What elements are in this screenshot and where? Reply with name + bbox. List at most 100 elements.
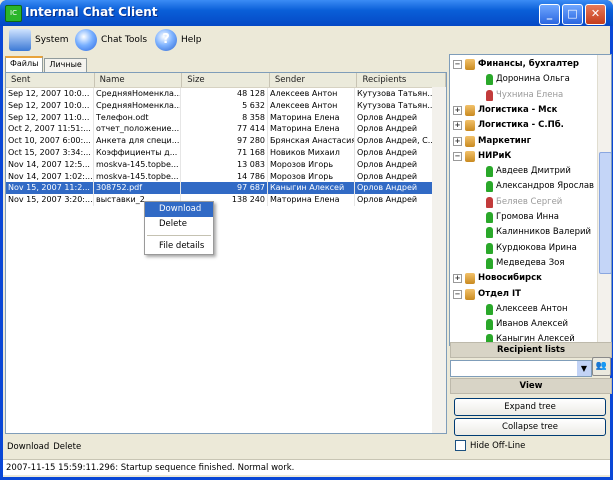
tree-group[interactable]: − Отдел IT — [453, 287, 521, 302]
tree-user[interactable]: Авдеев Дмитрий — [486, 164, 571, 179]
file-actions: Download Delete — [7, 442, 81, 452]
download-menu-item[interactable]: Download — [145, 202, 213, 217]
cell-name: Анкета для специ... — [96, 135, 181, 147]
expand-icon[interactable]: + — [453, 136, 462, 146]
user-online-icon — [486, 181, 493, 193]
chat-tools-icon — [75, 29, 97, 51]
title-bar[interactable]: IC Internal Chat Client _ □ ✕ — [0, 0, 613, 26]
cell-recipients: Кутузова Татьян... — [355, 99, 443, 112]
hide-offline-checkbox[interactable] — [455, 440, 466, 451]
maximize-button[interactable]: □ — [562, 4, 583, 25]
cell-size: 77 414 — [181, 123, 268, 136]
tree-user[interactable]: Медведева Зоя — [486, 256, 564, 271]
table-body: Sep 12, 2007 10:0... СредняяНоменкла... 48… — [6, 88, 446, 206]
table-row[interactable]: Nov 15, 2007 11:2... 308752.pdf 97 687 Каны… — [6, 182, 446, 195]
tree-group[interactable]: + Новосибирск — [453, 271, 542, 286]
download-link[interactable]: Download — [7, 442, 49, 452]
status-bar: 2007-11-15 15:59:11.296: Startup sequenc… — [3, 459, 610, 475]
cell-size: 5 632 — [181, 99, 268, 112]
tree-user[interactable]: Громова Инна — [486, 210, 559, 225]
table-row[interactable]: Nov 14, 2007 12:5... moskva-145.topbe... 1… — [6, 158, 446, 171]
tree-user[interactable]: Беляев Сергей — [486, 195, 562, 210]
view-header: View — [450, 378, 612, 394]
system-menu-button[interactable]: System — [9, 28, 69, 52]
tree-label: Авдеев Дмитрий — [496, 166, 571, 177]
cell-name: Телефон.odt — [94, 111, 181, 124]
tree-user[interactable]: Доронина Ольга — [486, 72, 570, 87]
expand-icon[interactable]: + — [453, 274, 462, 284]
group-icon — [465, 288, 475, 300]
expand-icon[interactable]: + — [453, 105, 462, 115]
column-recipients[interactable]: Recipients — [357, 73, 446, 87]
tree-label: Логистика - С.Пб. — [478, 120, 564, 131]
collapse-icon[interactable]: − — [453, 60, 462, 69]
tree-label: Алексеев Антон — [496, 303, 568, 314]
tab-personal[interactable]: Личные — [44, 58, 87, 72]
column-sent[interactable]: Sent — [6, 73, 95, 87]
column-name[interactable]: Name — [95, 73, 183, 87]
tree-user[interactable]: Калинников Валерий — [486, 225, 591, 240]
tree-user[interactable]: Курдюкова Ирина — [486, 241, 577, 256]
expand-tree-button[interactable]: Expand tree — [454, 398, 606, 416]
tab-files[interactable]: Файлы — [5, 56, 44, 73]
cell-sender: Брянская Анастасия — [270, 135, 355, 147]
tree-label: Логистика - Мск — [478, 104, 558, 115]
tree-group[interactable]: − НИРиК — [453, 149, 511, 164]
table-row[interactable]: Sep 12, 2007 11:0... Телефон.odt 8 358 Мато… — [6, 111, 446, 124]
delete-link[interactable]: Delete — [53, 442, 81, 452]
table-row[interactable]: Sep 12, 2007 10:0... СредняяНоменкла... 48… — [6, 88, 446, 100]
tree-label: Новосибирск — [478, 273, 542, 284]
table-row[interactable]: Oct 15, 2007 3:34:... Коэффициенты д... 71… — [6, 146, 446, 159]
close-button[interactable]: ✕ — [585, 4, 606, 25]
group-icon — [465, 120, 475, 132]
user-offline-icon — [486, 196, 493, 208]
table-row[interactable]: Oct 10, 2007 6:00:... Анкета для специ...… — [6, 135, 446, 147]
tree-label: Маркетинг — [478, 135, 532, 146]
user-online-icon — [486, 74, 493, 86]
expand-icon[interactable]: + — [453, 121, 462, 131]
tree-user[interactable]: Чухнина Елена — [486, 88, 563, 103]
chat-tools-button[interactable]: Chat Tools — [75, 28, 147, 52]
table-row[interactable]: Nov 14, 2007 1:02:... moskva-145.topbe...… — [6, 170, 446, 183]
tree-user[interactable]: Александров Ярослав — [486, 179, 594, 194]
tree-scroll-thumb[interactable] — [599, 152, 611, 274]
tree-user[interactable]: Алексеев Антон — [486, 302, 568, 317]
cell-sent: Oct 10, 2007 6:00:... — [6, 135, 94, 147]
chevron-down-icon[interactable]: ▼ — [577, 361, 591, 376]
table-header: Sent Name Size Sender Recipients — [6, 73, 446, 88]
cell-name: СредняяНоменкла... — [96, 88, 181, 100]
cell-recipients: Орлов Андрей — [355, 170, 443, 183]
client-area: System Chat Tools ? Help Файлы Личные Se… — [3, 26, 612, 477]
column-sender[interactable]: Sender — [270, 73, 358, 87]
user-online-icon — [486, 303, 493, 315]
tree-group[interactable]: + Маркетинг — [453, 134, 531, 149]
tree-user[interactable]: Иванов Алексей — [486, 317, 568, 332]
group-icon — [465, 273, 475, 285]
table-row[interactable]: Nov 15, 2007 3:20:... выставки_2... 138 24… — [6, 194, 446, 206]
cell-recipients: Кутузова Татьян... — [355, 88, 443, 100]
recipient-lists-combo[interactable]: ▼ — [450, 360, 592, 377]
file-details-menu-item[interactable]: File details — [145, 239, 213, 254]
edit-recipient-list-button[interactable]: 👥 — [592, 357, 611, 376]
help-button[interactable]: ? Help — [155, 28, 202, 52]
table-row[interactable]: Sep 12, 2007 10:0... СредняяНоменкла... 5 … — [6, 99, 446, 112]
cell-sender: Новиков Михаил — [268, 146, 355, 159]
cell-name: СредняяНоменкла... — [96, 99, 181, 112]
delete-menu-item[interactable]: Delete — [145, 217, 213, 232]
cell-recipients: Орлов Андрей, С... — [355, 135, 443, 147]
tree-scrollbar[interactable] — [597, 55, 611, 345]
tree-group[interactable]: − Финансы, бухгалтер — [453, 57, 579, 72]
collapse-tree-button[interactable]: Collapse tree — [454, 418, 606, 436]
table-row[interactable]: Oct 2, 2007 11:51:... отчет_положение... 7… — [6, 123, 446, 136]
collapse-icon[interactable]: − — [453, 151, 462, 161]
collapse-icon[interactable]: − — [453, 289, 462, 299]
hide-offline-label: Hide Off-Line — [470, 440, 526, 451]
column-size[interactable]: Size — [182, 73, 270, 87]
cell-name: moskva-145.topbe... — [94, 170, 181, 183]
table-scrollbar[interactable] — [432, 87, 446, 433]
tree-label: Доронина Ольга — [496, 74, 570, 85]
tree-group[interactable]: + Логистика - С.Пб. — [453, 118, 564, 133]
hide-offline-toggle[interactable]: Hide Off-Line — [455, 440, 525, 451]
tree-group[interactable]: + Логистика - Мск — [453, 103, 557, 118]
minimize-button[interactable]: _ — [539, 4, 560, 25]
